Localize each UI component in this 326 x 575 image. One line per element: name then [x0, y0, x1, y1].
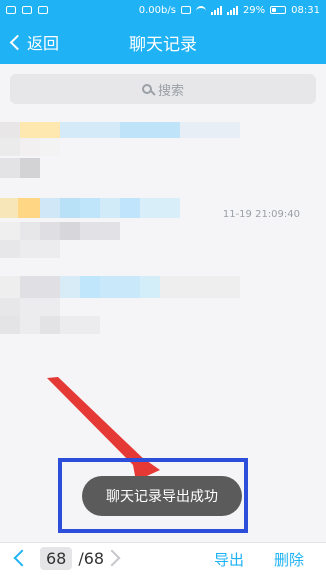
status-icons-right: 0.00b/s 29% 08:31: [139, 5, 326, 16]
signal-icon: [210, 5, 222, 15]
list-item[interactable]: [0, 276, 326, 346]
clock-time: 08:31: [291, 4, 320, 16]
pagination: 68 /68: [40, 547, 104, 570]
clock-icon: [38, 6, 48, 14]
app-header: 返回 聊天记录: [0, 20, 326, 64]
alarm-icon: [180, 6, 191, 14]
search-area: 搜索: [0, 64, 326, 116]
battery-icon: [270, 6, 287, 14]
network-speed: 0.00b/s: [138, 4, 176, 16]
image-icon: [22, 6, 32, 14]
page-title: 聊天记录: [129, 34, 197, 55]
search-input[interactable]: 搜索: [10, 74, 316, 104]
battery-percent: 29%: [242, 4, 266, 16]
list-item[interactable]: [0, 116, 326, 186]
total-pages: /68: [78, 549, 105, 568]
bottom-bar: 68 /68 导出 删除: [0, 542, 326, 575]
message-timestamp: 11-19 21:09:40: [222, 209, 300, 220]
status-icons-left: [0, 6, 48, 14]
notification-icon: [6, 6, 16, 14]
status-bar: 0.00b/s 29% 08:31: [0, 0, 326, 20]
search-placeholder: 搜索: [157, 83, 184, 99]
current-page[interactable]: 68: [40, 547, 73, 570]
prev-page-button[interactable]: [10, 548, 26, 570]
export-button[interactable]: 导出: [214, 549, 244, 570]
delete-button[interactable]: 删除: [274, 549, 304, 570]
wifi-icon: [195, 6, 206, 14]
search-icon: [141, 84, 152, 94]
toast-message: 聊天记录导出成功: [82, 476, 242, 516]
next-page-button[interactable]: [106, 548, 122, 570]
signal-icon-2: [226, 5, 238, 15]
